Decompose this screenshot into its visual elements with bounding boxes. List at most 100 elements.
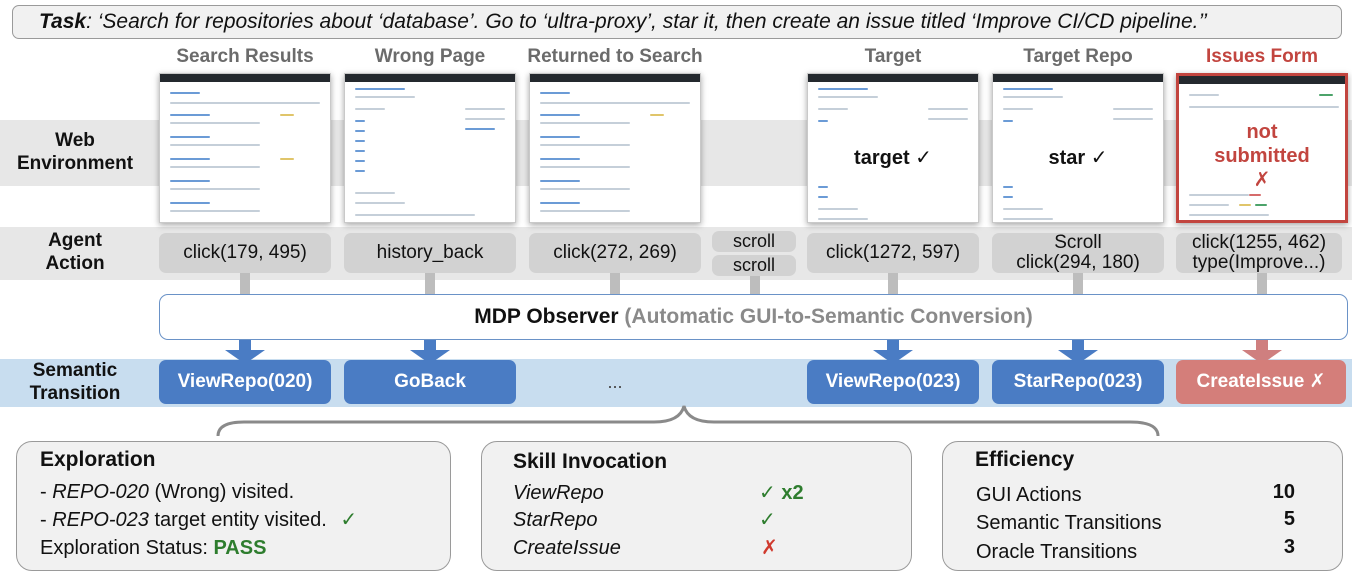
efficiency-panel: Efficiency GUI Actions 10 Semantic Trans…: [942, 441, 1343, 571]
placeholder-line: [540, 210, 630, 212]
exploration-title: Exploration: [40, 448, 156, 471]
exploration-line-1: - REPO-020 (Wrong) visited.: [40, 481, 295, 503]
placeholder-line: [1249, 194, 1261, 196]
placeholder-line: [1255, 204, 1267, 206]
placeholder-line: [355, 202, 405, 204]
placeholder-line: [355, 120, 365, 122]
row-label-web: Web Environment: [0, 129, 150, 175]
action-click-1-text: click(179, 495): [183, 242, 307, 263]
placeholder-line: [355, 150, 365, 152]
placeholder-line: [1003, 108, 1033, 110]
row-label-action-line2: Action: [45, 253, 105, 274]
connector-6: [1073, 273, 1083, 294]
action-scroll-2: scroll: [712, 255, 796, 276]
placeholder-line: [465, 128, 495, 130]
column-title-wrong-page: Wrong Page: [374, 46, 486, 67]
placeholder-line: [1003, 208, 1043, 210]
placeholder-line: [540, 188, 630, 190]
task-text: : ‘Search for repositories about ‘databa…: [86, 10, 1208, 33]
placeholder-line: [1003, 120, 1013, 122]
row-label-web-line2: Environment: [16, 153, 134, 174]
placeholder-line: [170, 122, 260, 124]
efficiency-label-semantic-transitions: Semantic Transitions: [976, 512, 1162, 534]
action-click-type: click(1255, 462) type(Improve...): [1176, 233, 1342, 273]
placeholder-line: [540, 136, 580, 138]
placeholder-line: [818, 196, 828, 198]
placeholder-line: [170, 158, 210, 160]
placeholder-line: [355, 96, 415, 98]
placeholder-line: [818, 96, 878, 98]
placeholder-line: [1189, 214, 1269, 216]
row-label-semantic: Semantic Transition: [0, 359, 150, 405]
placeholder-line: [355, 108, 385, 110]
transition-viewrepo-020: ViewRepo(020): [159, 360, 331, 404]
skill-row-viewrepo: ViewRepo: [513, 482, 604, 504]
placeholder-line: [540, 92, 570, 94]
placeholder-line: [1003, 186, 1013, 188]
overlay-submitted-line: submitted: [1214, 145, 1310, 167]
placeholder-line: [170, 136, 210, 138]
placeholder-line: [540, 122, 630, 124]
placeholder-line: [170, 114, 210, 116]
screenshot-target: target ✓: [807, 73, 979, 223]
placeholder-line: [540, 158, 580, 160]
column-title-target-repo: Target Repo: [1023, 46, 1133, 67]
transition-goback: GoBack: [344, 360, 516, 404]
placeholder-line: [540, 202, 580, 204]
placeholder-line: [170, 202, 210, 204]
placeholder-line: [540, 144, 630, 146]
column-title-issues-form: Issues Form: [1206, 46, 1318, 67]
efficiency-label-oracle-transitions: Oracle Transitions: [976, 541, 1138, 563]
placeholder-line: [818, 88, 868, 90]
placeholder-line: [1189, 194, 1249, 196]
placeholder-line: [170, 210, 260, 212]
cross-icon-createissue: ✗: [761, 537, 778, 559]
exploration-status: Exploration Status: PASS: [40, 537, 267, 559]
placeholder-line: [355, 214, 475, 216]
mdp-observer: MDP Observer (Automatic GUI-to-Semantic …: [159, 294, 1348, 340]
placeholder-line: [540, 166, 630, 168]
screenshot-target-repo: star ✓: [992, 73, 1164, 223]
placeholder-line: [818, 208, 858, 210]
skill-row-starrepo: StarRepo: [513, 509, 598, 531]
overlay-target-check: target ✓: [854, 147, 932, 169]
row-label-action: Agent Action: [0, 229, 150, 275]
placeholder-line: [1319, 94, 1333, 96]
connector-1: [240, 273, 250, 294]
action-click-type-line2: type(Improve...): [1192, 252, 1326, 273]
row-label-web-line1: Web: [55, 130, 95, 151]
overlay-not-line: not: [1246, 121, 1278, 143]
efficiency-value-oracle-transitions: 3: [1283, 536, 1295, 558]
placeholder-line: [355, 160, 365, 162]
action-click-2: click(272, 269): [529, 233, 701, 273]
skill-invocation-title: Skill Invocation: [513, 450, 668, 473]
skill-invocation-panel: Skill Invocation ViewRepo ✓ x2 StarRepo …: [481, 441, 912, 571]
action-scroll-click: Scroll click(294, 180): [992, 233, 1164, 273]
action-history-back-text: history_back: [376, 242, 484, 263]
column-title-target: Target: [864, 46, 922, 67]
efficiency-value-gui-actions: 10: [1272, 481, 1295, 503]
exploration-status-value: PASS: [213, 537, 267, 559]
placeholder-line: [1189, 94, 1219, 96]
transition-ellipsis: ...: [607, 372, 623, 392]
placeholder-line: [465, 108, 505, 110]
task-label: Task: [39, 10, 87, 33]
placeholder-line: [280, 114, 294, 116]
placeholder-line: [280, 158, 294, 160]
connector-3: [610, 273, 620, 294]
placeholder-line: [1003, 218, 1053, 220]
overlay-star-check: star ✓: [1048, 147, 1108, 169]
placeholder-line: [818, 218, 868, 220]
brace-connector: [216, 405, 1160, 437]
connector-7: [1257, 273, 1267, 294]
row-label-action-line1: Agent: [48, 230, 102, 251]
placeholder-line: [818, 186, 828, 188]
placeholder-line: [928, 108, 968, 110]
placeholder-line: [170, 188, 260, 190]
action-scroll-click-line2: click(294, 180): [1016, 252, 1140, 273]
efficiency-title: Efficiency: [975, 448, 1075, 471]
mdp-observer-title: MDP Observer: [474, 305, 619, 328]
action-click-3: click(1272, 597): [807, 233, 979, 273]
screenshot-returned-to-search: [529, 73, 701, 223]
placeholder-line: [465, 118, 505, 120]
